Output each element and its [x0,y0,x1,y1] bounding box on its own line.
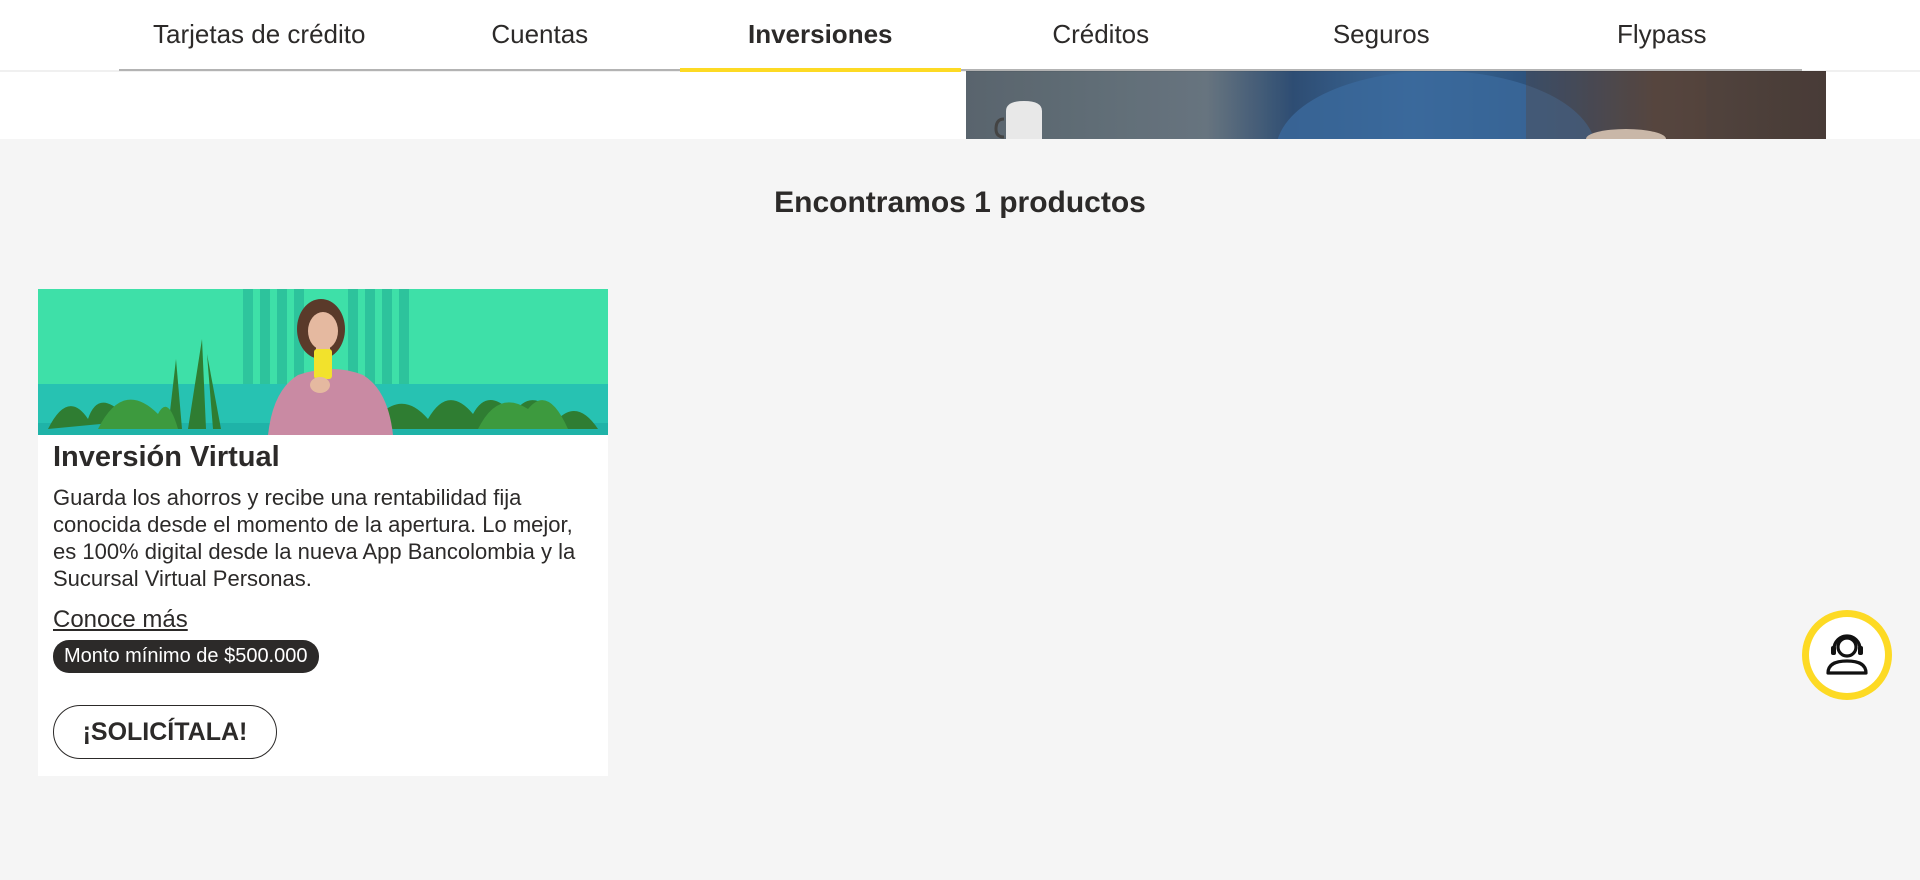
learn-more-link[interactable]: Conoce más [53,606,188,634]
category-tabs: Tarjetas de crédito Cuentas Inversiones … [119,0,1803,72]
minimum-amount-badge: Monto mínimo de $500.000 [53,640,319,673]
hero-image [966,71,1826,139]
tab-inversiones[interactable]: Inversiones [680,0,961,72]
product-title: Inversión Virtual [53,441,280,473]
tab-flypass[interactable]: Flypass [1522,0,1803,69]
product-card: Inversión Virtual Guarda los ahorros y r… [38,289,608,776]
chat-support-button[interactable] [1802,610,1892,700]
tab-seguros[interactable]: Seguros [1241,0,1522,69]
product-image [38,289,608,435]
tab-cuentas[interactable]: Cuentas [400,0,681,69]
apply-button[interactable]: ¡SOLICÍTALA! [53,705,277,759]
chat-inner [1809,617,1885,693]
tab-creditos[interactable]: Créditos [961,0,1242,69]
results-title: Encontramos 1 productos [774,186,1146,219]
support-agent-icon [1825,630,1869,681]
tab-tarjetas-de-credito[interactable]: Tarjetas de crédito [119,0,400,69]
product-description: Guarda los ahorros y recibe una rentabil… [53,485,576,591]
